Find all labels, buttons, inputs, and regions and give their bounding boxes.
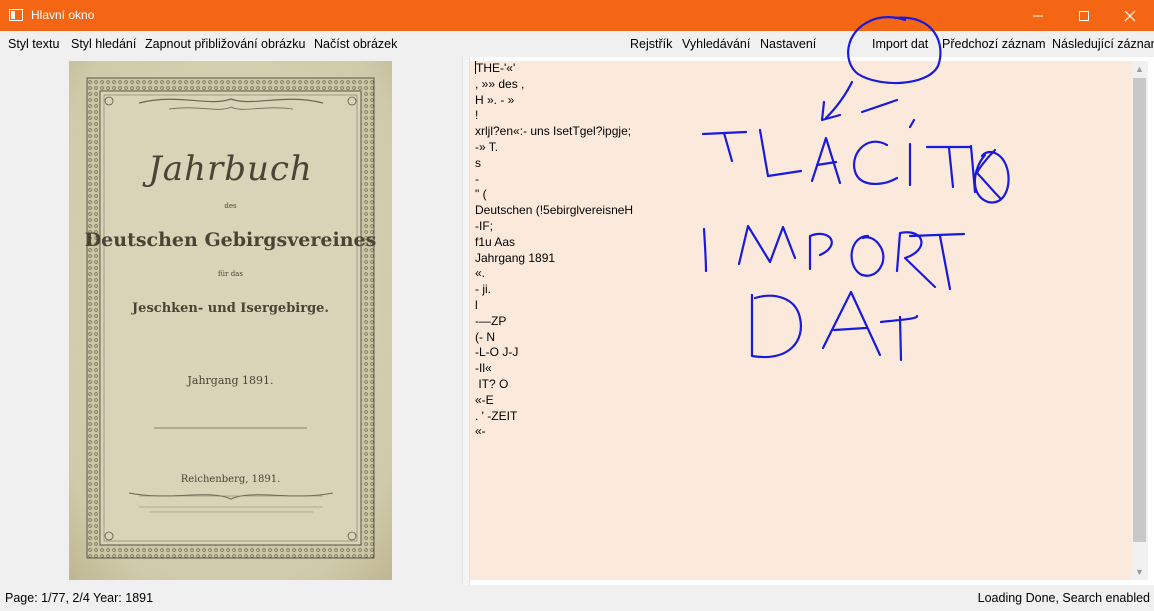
menu-toggle-zoom[interactable]: Zapnout přibližování obrázku: [145, 37, 306, 51]
maximize-button[interactable]: [1061, 0, 1107, 31]
minimize-icon: [1033, 15, 1043, 16]
ocr-text[interactable]: THE-'«', »» des ,H ». - »! xrljl?en«:- un…: [475, 61, 1115, 440]
status-message: Loading Done, Search enabled: [977, 591, 1150, 605]
scroll-down-icon[interactable]: ▼: [1131, 564, 1148, 580]
menu-settings[interactable]: Nastavení: [760, 37, 816, 51]
menu-import-data[interactable]: Import dat: [872, 37, 928, 51]
ocr-line: -» T.: [475, 139, 499, 154]
cover-society-name: Deutschen Gebirgsvereines: [84, 229, 377, 251]
minimize-button[interactable]: [1015, 0, 1061, 31]
ocr-line: Deutschen (!5ebirglvereisneH: [475, 203, 634, 218]
menu-bar: Styl textu Styl hledání Zapnout přibližo…: [0, 31, 1154, 57]
ocr-line: «-E: [475, 392, 494, 407]
status-page-info: Page: 1/77, 2/4 Year: 1891: [5, 591, 154, 605]
ocr-line: , »» des ,: [475, 76, 525, 91]
scanned-page-image: Jahrbuch des Deutschen Gebirgsvereines f…: [69, 61, 392, 580]
ocr-line: IT? O: [475, 376, 509, 391]
app-icon: [9, 9, 23, 21]
menu-next-record[interactable]: Následující záznam: [1052, 37, 1154, 51]
menu-search-style[interactable]: Styl hledání: [71, 37, 136, 51]
ocr-line: THE-'«': [475, 61, 516, 75]
title-bar: Hlavní okno: [0, 0, 1154, 31]
ocr-line: -IF;: [475, 218, 493, 233]
menu-index[interactable]: Rejstřík: [630, 37, 672, 51]
ocr-line: . ' -ZEIT: [475, 408, 518, 423]
ocr-line: - ji.: [475, 282, 491, 297]
cover-year: Jahrgang 1891.: [187, 374, 274, 387]
cover-place: Reichenberg, 1891.: [180, 474, 281, 485]
menu-previous-record[interactable]: Předchozí záznam: [942, 37, 1046, 51]
text-caret: [475, 61, 476, 74]
cover-title: Jahrbuch: [148, 149, 313, 189]
ocr-line: f1u Aas: [475, 234, 516, 249]
cover-region: Jeschken- und Isergebirge.: [132, 301, 329, 316]
ocr-line: -—ZP: [475, 313, 507, 328]
status-bar: Page: 1/77, 2/4 Year: 1891 Loading Done,…: [0, 585, 1154, 611]
ocr-line: H ». - »: [475, 92, 515, 107]
menu-load-image[interactable]: Načíst obrázek: [314, 37, 397, 51]
cover-small-text-2: für das: [218, 270, 243, 278]
window-title: Hlavní okno: [31, 8, 95, 22]
menu-search[interactable]: Vyhledávání: [682, 37, 750, 51]
close-button[interactable]: [1107, 0, 1153, 31]
cover-small-text: des: [224, 202, 237, 210]
ocr-line: !: [475, 108, 479, 123]
ocr-line: -Il«: [475, 361, 492, 376]
ocr-line: -L-O J-J: [475, 345, 519, 360]
menu-text-style[interactable]: Styl textu: [8, 37, 59, 51]
ocr-line: (- N: [475, 329, 495, 344]
maximize-icon: [1079, 10, 1089, 21]
scroll-up-icon[interactable]: ▲: [1131, 61, 1148, 77]
ornamental-border: [69, 61, 392, 580]
ocr-line: " (: [475, 187, 487, 202]
ocr-line: s: [475, 155, 481, 170]
ocr-line: xrljl?en«:- uns IsetTgel?ipgje;: [475, 124, 632, 139]
vertical-scrollbar[interactable]: ▲ ▼: [1131, 61, 1148, 580]
ocr-line: l: [475, 297, 478, 312]
scroll-thumb[interactable]: [1133, 78, 1146, 542]
ocr-line: -: [475, 171, 479, 186]
close-icon: [1124, 10, 1136, 21]
pane-splitter[interactable]: [462, 57, 470, 585]
ocr-line: «-: [475, 424, 486, 439]
ocr-line: Jahrgang 1891: [475, 250, 556, 265]
ocr-line: «.: [475, 266, 486, 281]
